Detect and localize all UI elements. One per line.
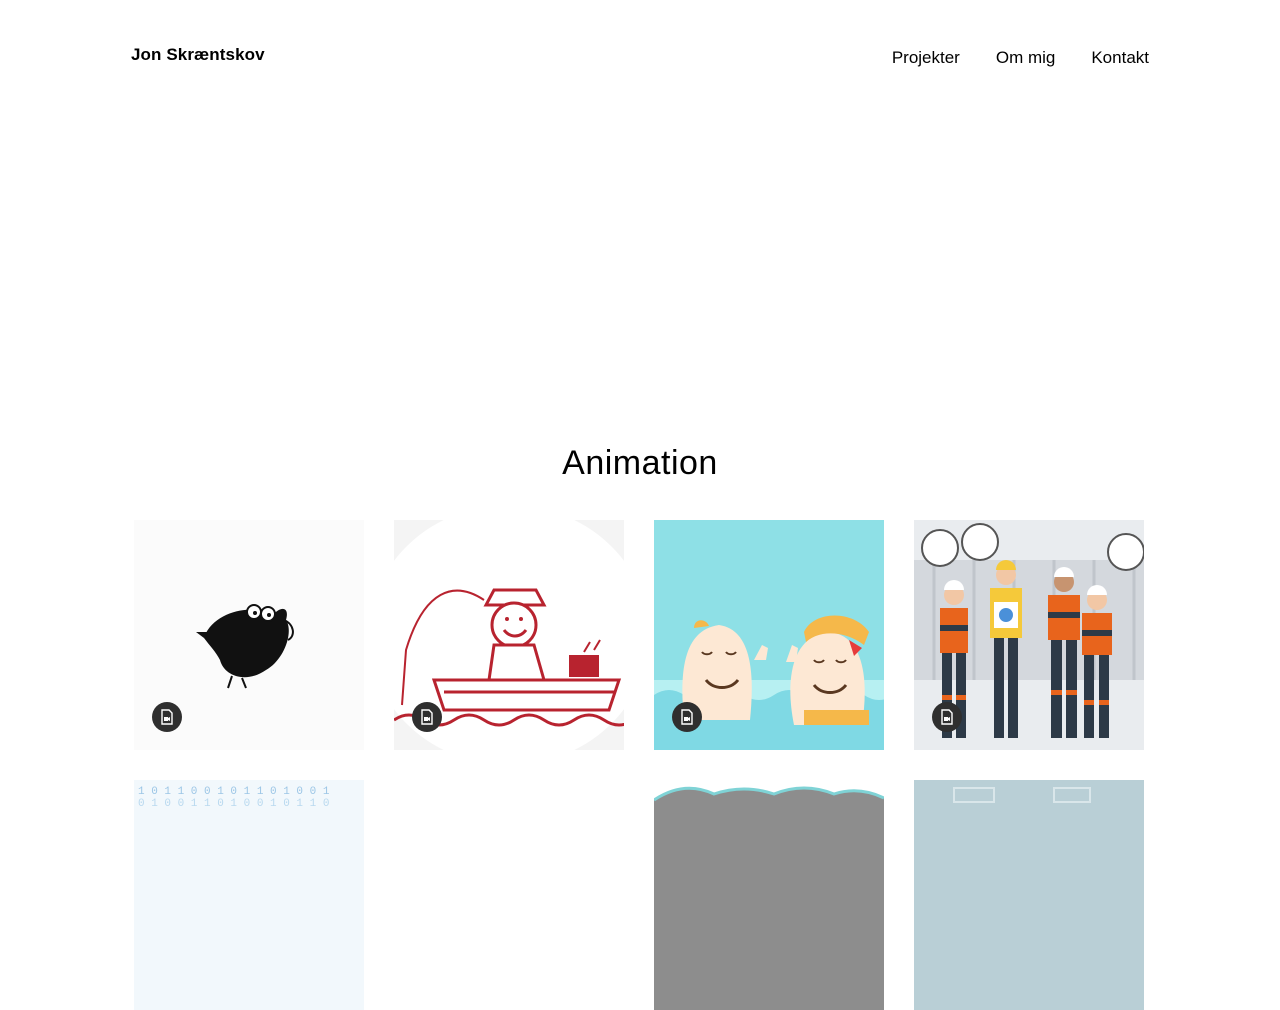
project-card[interactable] — [654, 520, 884, 750]
nav-kontakt[interactable]: Kontakt — [1091, 48, 1149, 68]
project-card[interactable] — [394, 520, 624, 750]
section-title: Animation — [562, 444, 718, 482]
video-badge — [672, 702, 702, 732]
video-file-icon — [941, 709, 953, 725]
project-card[interactable] — [914, 520, 1144, 750]
nav-projekter[interactable]: Projekter — [892, 48, 960, 68]
project-card[interactable] — [914, 780, 1144, 1010]
project-card[interactable]: 1 0 1 1 0 0 1 0 1 1 0 1 0 0 1 0 1 0 0 1 … — [134, 780, 364, 1010]
svg-text:1 0 1 1 0 0 1 0 1 1 0 1 0 0 1: 1 0 1 1 0 0 1 0 1 1 0 1 0 0 1 — [138, 786, 330, 798]
project-card[interactable] — [394, 780, 624, 1010]
project-card[interactable] — [134, 520, 364, 750]
project-card[interactable] — [654, 780, 884, 1010]
nav-om-mig[interactable]: Om mig — [996, 48, 1056, 68]
project-thumbnail — [394, 780, 624, 1010]
video-badge — [932, 702, 962, 732]
site-brand[interactable]: Jon Skræntskov — [131, 45, 265, 65]
project-thumbnail — [914, 780, 1144, 1010]
project-thumbnail: 1 0 1 1 0 0 1 0 1 1 0 1 0 0 1 0 1 0 0 1 … — [134, 780, 364, 1010]
project-grid: 1 0 1 1 0 0 1 0 1 1 0 1 0 0 1 0 1 0 0 1 … — [134, 520, 1144, 1010]
video-badge — [152, 702, 182, 732]
project-thumbnail — [654, 780, 884, 1010]
video-file-icon — [681, 709, 693, 725]
video-badge — [412, 702, 442, 732]
video-file-icon — [421, 709, 433, 725]
main-nav: Projekter Om mig Kontakt — [892, 48, 1149, 68]
video-file-icon — [161, 709, 173, 725]
